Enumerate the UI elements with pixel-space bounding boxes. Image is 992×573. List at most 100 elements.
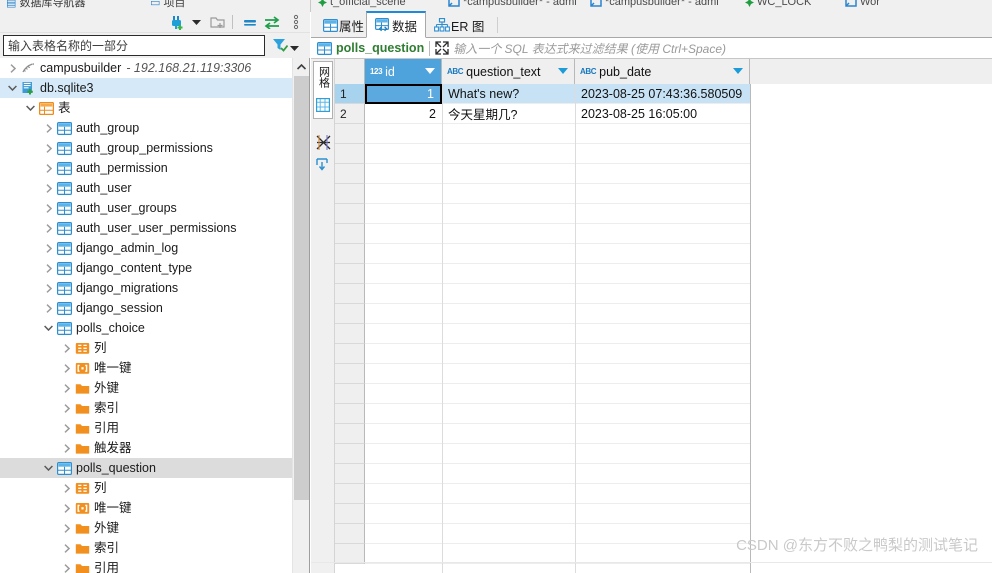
row-header-empty[interactable] [335,384,365,404]
tree-item[interactable]: django_session [0,298,292,318]
grid-empty-row[interactable] [365,404,750,424]
grid-empty-row[interactable] [365,424,750,444]
tree-item[interactable]: 表 [0,98,292,118]
sql-filter-placeholder[interactable]: 输入一个 SQL 表达式来过滤结果 (使用 Ctrl+Space) [449,40,726,57]
tree-item[interactable]: polls_choice [0,318,292,338]
cell-pub_date[interactable]: 2023-08-25 16:05:00 [575,104,750,124]
new-folder-icon[interactable] [208,13,228,31]
row-header-empty[interactable] [335,264,365,284]
chevron-down-icon[interactable] [42,458,55,478]
row-header-empty[interactable] [335,324,365,344]
chevron-right-icon[interactable] [60,338,73,358]
grid-empty-row[interactable] [365,544,750,564]
row-header-empty[interactable] [335,244,365,264]
navigator-scrollbar[interactable] [292,58,309,573]
filter-rows-icon[interactable] [314,155,332,173]
row-header-empty[interactable] [335,444,365,464]
chevron-right-icon[interactable] [60,358,73,378]
tree-item[interactable]: 唯一键 [0,358,292,378]
chevron-right-icon[interactable] [60,438,73,458]
grid-empty-row[interactable] [365,464,750,484]
editor-tab[interactable]: WC_LOCK [745,0,811,10]
tree-item[interactable]: 列 [0,478,292,498]
row-header-empty[interactable] [335,204,365,224]
column-sort-caret-icon[interactable] [558,68,568,74]
database-tree[interactable]: campusbuilder - 192.168.21.119:3306 db.sq… [0,58,292,573]
chevron-right-icon[interactable] [42,178,55,198]
chevron-right-icon[interactable] [42,138,55,158]
grid-empty-row[interactable] [365,204,750,224]
chevron-down-icon[interactable] [6,78,19,98]
row-header-empty[interactable] [335,284,365,304]
row-header[interactable]: 2 [335,104,365,124]
tab-properties[interactable]: 属性 [314,12,366,38]
tree-item[interactable]: auth_group_permissions [0,138,292,158]
row-header-empty[interactable] [335,424,365,444]
result-table-name[interactable]: polls_question [332,41,424,55]
grid-empty-row[interactable] [365,244,750,264]
panel-menu-icon[interactable] [286,13,306,31]
collapse-all-icon[interactable] [240,13,260,31]
chevron-right-icon[interactable] [60,518,73,538]
table-name-filter-input[interactable]: 输入表格名称的一部分 [3,35,265,56]
row-header-empty[interactable] [335,164,365,184]
chevron-right-icon[interactable] [60,478,73,498]
editor-tab[interactable]: t_official_scene [318,0,406,10]
tree-item[interactable]: 索引 [0,398,292,418]
column-sort-caret-icon[interactable] [425,68,435,74]
tree-item[interactable]: 索引 [0,538,292,558]
chevron-right-icon[interactable] [42,158,55,178]
grid-empty-row[interactable] [365,524,750,544]
chevron-right-icon[interactable] [42,198,55,218]
tree-item[interactable]: auth_group [0,118,292,138]
chevron-right-icon[interactable] [6,58,19,78]
tree-item[interactable]: 引用 [0,418,292,438]
new-connection-icon[interactable] [168,13,188,31]
row-header[interactable]: 1 [335,84,365,104]
editor-tab[interactable]: *campusbuilder* - admi [448,0,577,10]
scroll-up-arrow-icon[interactable] [293,58,309,75]
chevron-right-icon[interactable] [60,398,73,418]
tree-item[interactable]: django_migrations [0,278,292,298]
row-header-empty[interactable] [335,144,365,164]
cell-id[interactable]: 2 [365,104,442,124]
tab-data[interactable]: 数据 [366,11,426,38]
grid-presentation-button[interactable]: 网格 [313,61,333,119]
tree-item[interactable]: db.sqlite3 [0,78,292,98]
grid-empty-row[interactable] [365,184,750,204]
chevron-down-icon[interactable] [42,318,55,338]
row-header-empty[interactable] [335,124,365,144]
expand-arrows-icon[interactable] [435,41,449,55]
tab-project[interactable]: ▭ 项目 [150,0,185,10]
tree-item[interactable]: auth_user_user_permissions [0,218,292,238]
chevron-right-icon[interactable] [42,118,55,138]
transform-icon[interactable] [314,133,332,151]
grid-empty-row[interactable] [365,384,750,404]
column-header-id[interactable]: 123 id [365,59,442,84]
grid-empty-row[interactable] [365,124,750,144]
filter-funnel-icon[interactable] [272,37,289,55]
grid-empty-row[interactable] [365,504,750,524]
row-header-empty[interactable] [335,504,365,524]
grid-empty-row[interactable] [365,444,750,464]
row-header-empty[interactable] [335,404,365,424]
tree-item[interactable]: 外键 [0,518,292,538]
chevron-right-icon[interactable] [60,378,73,398]
chevron-right-icon[interactable] [60,558,73,573]
result-data-grid[interactable]: 123 id ABC question_text ABC pub_date 1 1 What'… [335,59,992,573]
tree-item[interactable]: campusbuilder - 192.168.21.119:3306 [0,58,292,78]
row-header-empty[interactable] [335,304,365,324]
editor-tab[interactable]: *campusbuilder* - admi [590,0,719,10]
row-header-empty[interactable] [335,184,365,204]
grid-empty-row[interactable] [365,344,750,364]
row-header-empty[interactable] [335,364,365,384]
chevron-down-icon[interactable] [24,98,37,118]
cell-id[interactable]: 1 [365,84,442,104]
filter-chevron-down-icon[interactable] [290,41,299,55]
navigator-scrollbar-thumb[interactable] [294,76,309,500]
grid-empty-row[interactable] [365,224,750,244]
column-header-question_text[interactable]: ABC question_text [442,59,575,84]
tree-item[interactable]: polls_question [0,458,292,478]
grid-empty-row[interactable] [365,484,750,504]
chevron-right-icon[interactable] [60,538,73,558]
